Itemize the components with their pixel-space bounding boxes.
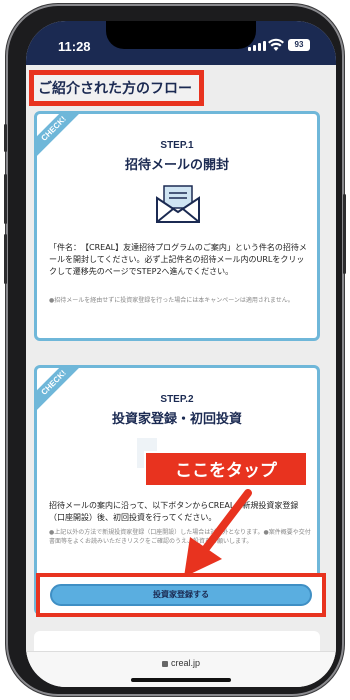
cta-highlight: 投資家登録する: [36, 573, 326, 617]
battery-icon: 93: [288, 39, 310, 51]
step1-title: 招待メールの開封: [124, 158, 229, 173]
browser-url-bar[interactable]: creal.jp: [26, 651, 336, 687]
notch: [106, 21, 256, 49]
screen: 11:28 93 ご紹介された方のフロー CHECK! STEP.1 招待メール…: [26, 21, 336, 687]
step1-note: ●招待メールを経由せずに投資家登録を行った場合には本キャンペーンは適用されません…: [49, 297, 294, 304]
register-investor-button[interactable]: 投資家登録する: [50, 584, 312, 606]
page-content: ご紹介された方のフロー CHECK! STEP.1 招待メールの開封 「件名： …: [26, 65, 336, 661]
page-title-box: ご紹介された方のフロー: [29, 70, 204, 106]
lock-icon: [161, 660, 168, 667]
status-time: 11:28: [58, 39, 91, 54]
power-button: [343, 194, 346, 274]
envelope-icon: [156, 185, 200, 223]
page-title: ご紹介された方のフロー: [38, 81, 192, 97]
silent-switch: [4, 124, 7, 152]
tap-here-callout: ここをタップ: [144, 451, 308, 487]
url-text[interactable]: creal.jp: [26, 658, 336, 668]
step2-label: STEP.2: [160, 394, 194, 405]
arrow-icon: [184, 489, 252, 577]
check-ribbon: CHECK!: [37, 368, 84, 413]
check-ribbon: CHECK!: [37, 114, 84, 159]
volume-up-button: [4, 174, 7, 224]
url-value: creal.jp: [170, 658, 200, 668]
phone-frame: 11:28 93 ご紹介された方のフロー CHECK! STEP.1 招待メール…: [4, 4, 346, 696]
status-bar: 11:28 93: [26, 21, 336, 65]
volume-down-button: [4, 234, 7, 284]
signal-icon: [248, 41, 266, 51]
home-indicator[interactable]: [131, 678, 231, 682]
wifi-icon: [268, 38, 284, 51]
step1-card: CHECK! STEP.1 招待メールの開封 「件名： 【CREAL】友達招待プ…: [34, 111, 320, 341]
step2-title: 投資家登録・初回投資: [111, 412, 242, 427]
step1-description: 「件名： 【CREAL】友達招待プログラムのご案内」という件名の招待メールを開封…: [49, 243, 307, 276]
step1-label: STEP.1: [160, 140, 194, 151]
